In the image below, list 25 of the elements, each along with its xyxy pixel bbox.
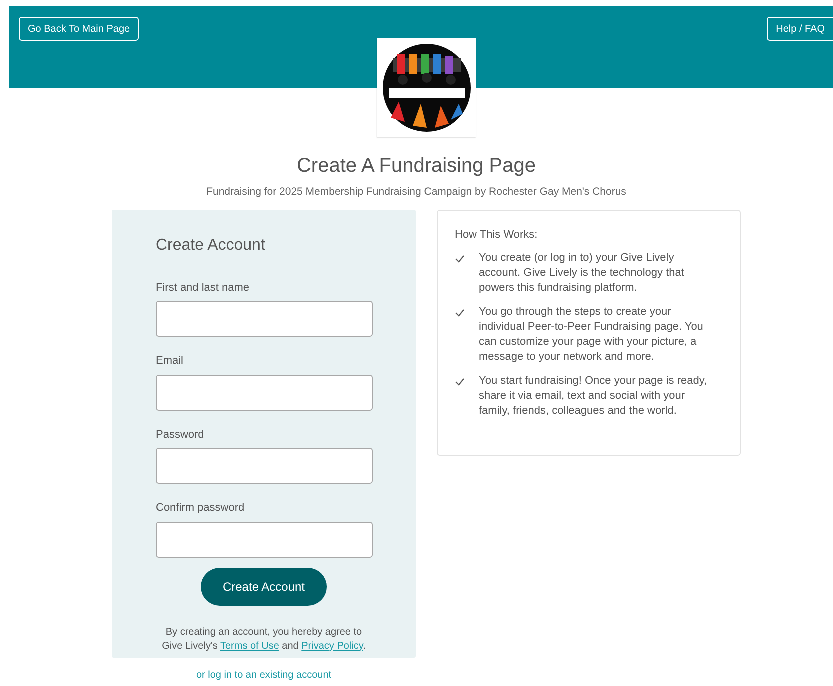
step-text: You start fundraising! Once your page is ready, share it via email, text and social with your family, friends, colleagues and the world. [479,374,708,420]
help-button[interactable]: Help / FAQ [767,17,833,41]
field-label: Confirm password [156,501,246,516]
info-heading: How This Works: [455,228,539,243]
terms-link[interactable]: Terms of Use [220,640,280,652]
check-icon [455,378,465,386]
field-label: Email [156,354,185,370]
page-title: Create A Fundraising Page [296,154,536,179]
field-label: Password [156,428,206,443]
input-field[interactable] [156,448,373,484]
page-subtitle: Fundraising for 2025 Membership Fundraising Campaign by Rochester Gay Men's Chorus [206,185,626,200]
login-link[interactable]: or log in to an existing account [196,670,332,682]
input-field[interactable] [156,374,373,411]
step-text: You create (or log in to) your Give Lively account. Give Lively is the technology that powers this fundraising platform. [479,251,686,296]
check-icon [455,309,465,318]
privacy-link[interactable]: Privacy Policy [302,640,364,652]
step-text: You go through the steps to create your individual Peer-to-Peer Fundraising page. You can customize your page with your picture, a message to your network and more. [479,305,704,366]
create-account-button[interactable]: Create Account [201,568,327,606]
form-heading: Create Account [156,236,266,256]
input-field[interactable] [156,301,373,338]
input-field[interactable] [156,522,373,558]
back-button[interactable]: Go Back To Main Page [19,17,140,41]
field-label: First and last name [156,280,251,296]
check-icon [455,255,465,264]
agreement-text: By creating an account, you hereby agree to Give Lively's Terms of Use and Privacy Policy. [161,626,367,654]
